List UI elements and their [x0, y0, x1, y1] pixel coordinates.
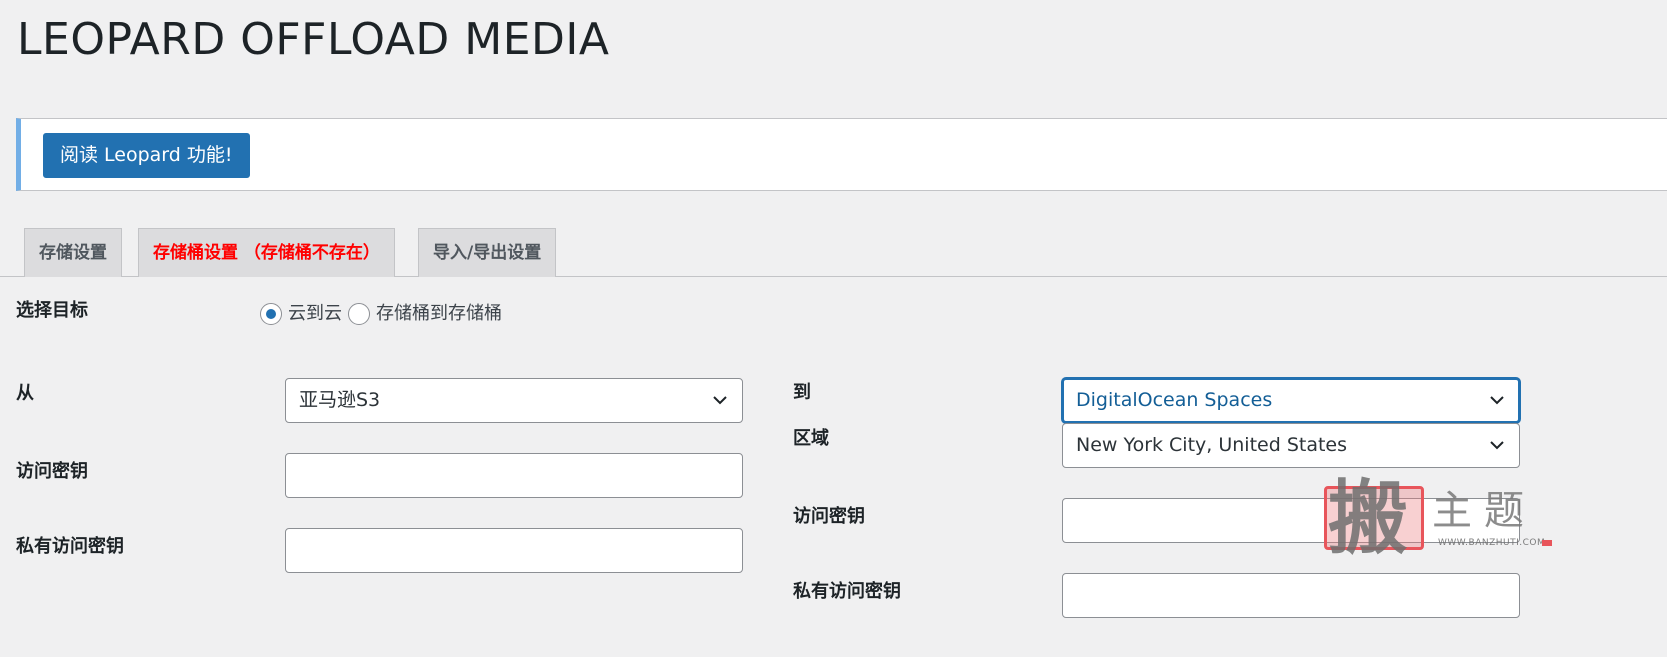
chevron-down-icon [1490, 441, 1504, 450]
chevron-down-icon [713, 396, 727, 405]
destination-secret-key-input[interactable] [1062, 573, 1520, 618]
tab-bucket-settings[interactable]: 存储桶设置 （存储桶不存在） [138, 228, 395, 277]
radio-cloud-to-cloud-label[interactable]: 云到云 [288, 302, 342, 326]
page-title: LEOPARD OFFLOAD MEDIA [17, 14, 610, 65]
target-label: 选择目标 [16, 300, 88, 321]
radio-bucket-to-bucket[interactable] [348, 303, 370, 325]
destination-access-key-label: 访问密钥 [793, 506, 865, 527]
tab-storage-settings[interactable]: 存储设置 [24, 228, 122, 277]
tab-import-export-settings[interactable]: 导入/导出设置 [418, 228, 557, 277]
source-access-key-label: 访问密钥 [16, 461, 88, 482]
source-secret-key-label: 私有访问密钥 [16, 536, 124, 557]
target-radio-group: 云到云 存储桶到存储桶 [260, 302, 508, 326]
radio-cloud-to-cloud[interactable] [260, 303, 282, 325]
notice-banner: 阅读 Leopard 功能! [16, 118, 1667, 191]
destination-label: 到 [793, 382, 811, 403]
source-access-key-input[interactable] [285, 453, 743, 498]
watermark-dot [1542, 540, 1552, 546]
source-provider-select[interactable]: 亚马逊S3 [285, 378, 743, 423]
destination-provider-select[interactable]: DigitalOcean Spaces [1062, 378, 1520, 423]
chevron-down-icon [1490, 396, 1504, 405]
destination-provider-value: DigitalOcean Spaces [1076, 389, 1273, 411]
source-secret-key-input[interactable] [285, 528, 743, 573]
radio-bucket-to-bucket-label[interactable]: 存储桶到存储桶 [376, 302, 502, 326]
region-label: 区域 [793, 428, 829, 449]
source-label: 从 [16, 383, 34, 404]
region-value: New York City, United States [1076, 434, 1348, 456]
settings-tabs: 存储设置 存储桶设置 （存储桶不存在） 导入/导出设置 [0, 228, 1667, 277]
destination-secret-key-label: 私有访问密钥 [793, 581, 901, 602]
read-features-button[interactable]: 阅读 Leopard 功能! [43, 133, 250, 178]
region-select[interactable]: New York City, United States [1062, 423, 1520, 468]
destination-access-key-input[interactable] [1062, 498, 1520, 543]
source-provider-value: 亚马逊S3 [299, 389, 381, 411]
